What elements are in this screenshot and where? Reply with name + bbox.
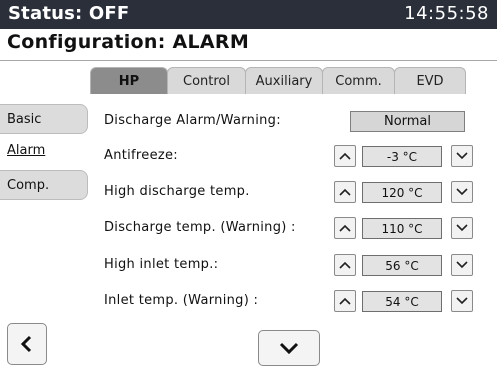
antifreeze-value[interactable]: -3 °C [362, 146, 442, 167]
antifreeze-label: Antifreeze: [104, 148, 178, 163]
high-inlet-temp-value[interactable]: 56 °C [362, 255, 442, 276]
sidebar-item-label: Alarm [7, 142, 46, 158]
inlet-temp-warning-label: Inlet temp. (Warning) : [104, 293, 259, 308]
antifreeze-decrease-button[interactable] [334, 145, 356, 167]
inlet-temp-warning-up-button[interactable] [334, 290, 356, 312]
inlet-temp-warning-value[interactable]: 54 °C [362, 291, 442, 312]
high-inlet-temp-down-button[interactable] [451, 254, 473, 276]
inlet-temp-warning-down-button[interactable] [451, 290, 473, 312]
discharge-temp-warning-up-button[interactable] [334, 217, 356, 239]
chevron-down-icon [456, 188, 468, 196]
tab-auxiliary[interactable]: Auxiliary [245, 67, 323, 94]
chevron-up-icon [339, 152, 351, 160]
discharge-temp-warning-down-button[interactable] [451, 217, 473, 239]
discharge-temp-warning-label: Discharge temp. (Warning) : [104, 220, 296, 235]
antifreeze-increase-button[interactable] [451, 145, 473, 167]
machine-status: Status: OFF [8, 3, 130, 24]
chevron-down-icon [279, 342, 299, 355]
discharge-alarm-status: Normal [350, 111, 465, 132]
sidebar-item-label: Comp. [7, 177, 50, 193]
sidebar-item-alarm[interactable]: Alarm [0, 135, 88, 165]
back-button[interactable] [7, 323, 47, 365]
clock: 14:55:58 [404, 3, 489, 24]
tab-bar: HP Control Auxiliary Comm. EVD [90, 67, 466, 95]
discharge-alarm-label: Discharge Alarm/Warning: [104, 113, 281, 128]
tab-label: HP [118, 73, 140, 89]
chevron-down-icon [456, 297, 468, 305]
tab-control[interactable]: Control [167, 67, 246, 94]
high-inlet-temp-up-button[interactable] [334, 254, 356, 276]
chevron-down-icon [456, 152, 468, 160]
high-inlet-temp-label: High inlet temp.: [104, 257, 219, 272]
tab-label: Control [183, 73, 230, 89]
sidebar-item-label: Basic [7, 111, 42, 127]
tab-label: EVD [416, 73, 444, 89]
tab-label: Auxiliary [255, 73, 313, 89]
discharge-temp-warning-value[interactable]: 110 °C [362, 218, 442, 239]
title-bar: Configuration: ALARM [0, 29, 497, 61]
tab-evd[interactable]: EVD [394, 67, 466, 94]
chevron-up-icon [339, 297, 351, 305]
tab-comm[interactable]: Comm. [322, 67, 395, 94]
chevron-up-icon [339, 188, 351, 196]
page-title: Configuration: ALARM [7, 31, 250, 53]
high-discharge-temp-up-button[interactable] [334, 181, 356, 203]
high-discharge-temp-value[interactable]: 120 °C [362, 182, 442, 203]
tab-label: Comm. [335, 73, 382, 89]
scroll-down-button[interactable] [258, 330, 320, 366]
chevron-up-icon [339, 261, 351, 269]
high-discharge-temp-label: High discharge temp. [104, 184, 250, 199]
status-bar: Status: OFF 14:55:58 [0, 0, 497, 29]
chevron-down-icon [456, 261, 468, 269]
high-discharge-temp-down-button[interactable] [451, 181, 473, 203]
chevron-up-icon [339, 224, 351, 232]
chevron-down-icon [456, 224, 468, 232]
sidebar-item-comp[interactable]: Comp. [0, 170, 88, 200]
tab-hp[interactable]: HP [90, 67, 168, 94]
sidebar-item-basic[interactable]: Basic [0, 104, 88, 134]
screen: Status: OFF 14:55:58 Configuration: ALAR… [0, 0, 497, 378]
chevron-left-icon [20, 335, 32, 353]
